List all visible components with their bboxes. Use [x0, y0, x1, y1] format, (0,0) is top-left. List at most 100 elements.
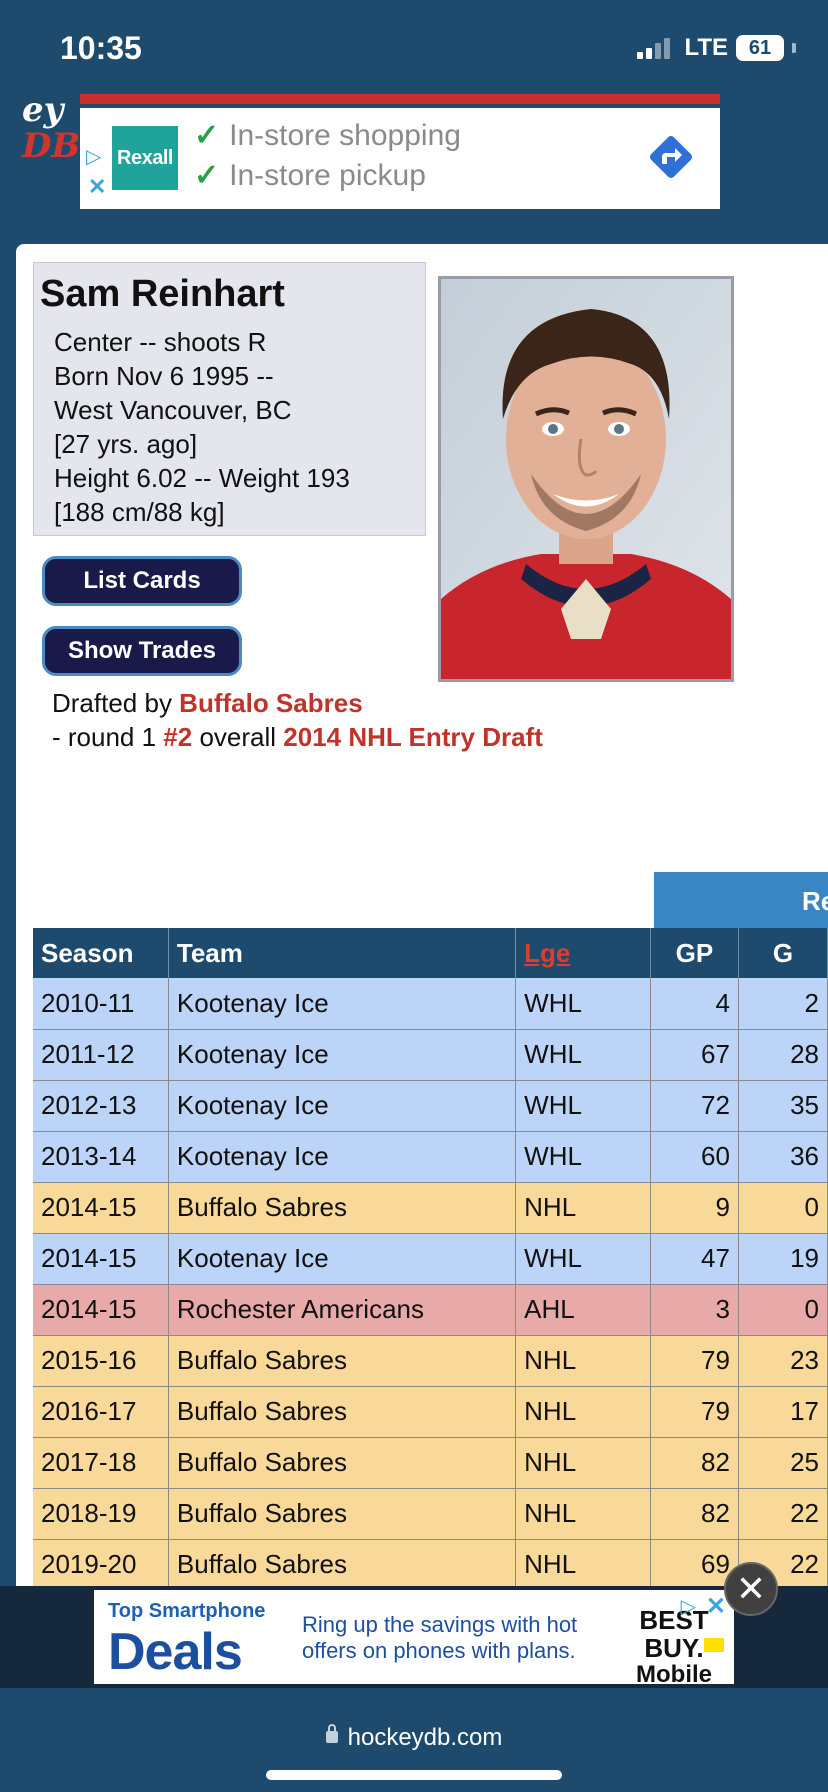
- table-row: 2014-15 Kootenay Ice WHL 47 19: [33, 1233, 828, 1285]
- ad-deals-text: Ring up the savings with hot offers on p…: [302, 1612, 577, 1664]
- cell-team: Kootenay Ice: [168, 1233, 517, 1285]
- stats-body: 2010-11 Kootenay Ice WHL 4 2 2011-12 Kootenay …: [33, 978, 828, 1586]
- list-cards-button[interactable]: List Cards: [42, 556, 242, 606]
- cell-gp: 79: [650, 1335, 739, 1387]
- cell-team: Kootenay Ice: [168, 978, 517, 1030]
- cell-season: 2010-11: [33, 978, 169, 1030]
- cell-gp: 60: [650, 1131, 739, 1183]
- table-row: 2016-17 Buffalo Sabres NHL 79 17: [33, 1386, 828, 1438]
- table-row: 2011-12 Kootenay Ice WHL 67 28: [33, 1029, 828, 1081]
- cell-team: Buffalo Sabres: [168, 1386, 517, 1438]
- browser-address-bar[interactable]: hockeydb.com: [0, 1688, 828, 1792]
- cell-league: NHL: [515, 1539, 651, 1586]
- ad-line-text: In-store pickup: [229, 158, 426, 192]
- cell-league: NHL: [515, 1182, 651, 1234]
- cell-team: Kootenay Ice: [168, 1131, 517, 1183]
- battery-cap: [792, 43, 796, 53]
- cell-league: WHL: [515, 1080, 651, 1132]
- cell-g: 0: [738, 1182, 828, 1234]
- draft-mid: overall: [192, 722, 284, 752]
- col-season: Season: [33, 928, 169, 978]
- table-row: 2019-20 Buffalo Sabres NHL 69 22: [33, 1539, 828, 1586]
- bio-age: [27 yrs. ago]: [54, 429, 198, 459]
- stats-table: Season Team Lge GP G 2010-11 Kootenay Ice…: [33, 928, 828, 1586]
- cell-league: WHL: [515, 1131, 651, 1183]
- table-row: 2018-19 Buffalo Sabres NHL 82 22: [33, 1488, 828, 1540]
- cell-g: 2: [738, 978, 828, 1030]
- bottom-banner-ad[interactable]: Top Smartphone Deals Ring up the savings…: [94, 1590, 734, 1688]
- cell-season: 2011-12: [33, 1029, 169, 1081]
- bio-metric: [188 cm/88 kg]: [54, 497, 225, 527]
- ad-deals-text-2: offers on phones with plans.: [302, 1638, 576, 1663]
- url-display[interactable]: hockeydb.com: [0, 1723, 828, 1752]
- ad-deals-text-1: Ring up the savings with hot: [302, 1612, 578, 1637]
- ad-top-body[interactable]: ▷ ✕ Rexall ✓ In-store shopping ✓ In-stor…: [80, 108, 720, 209]
- stats-header-row: Season Team Lge GP G: [33, 928, 828, 978]
- adchoices-icon[interactable]: ▷: [86, 144, 101, 169]
- table-row: 2015-16 Buffalo Sabres NHL 79 23: [33, 1335, 828, 1387]
- col-league-link[interactable]: Lge: [515, 928, 651, 978]
- rexall-logo: Rexall: [112, 126, 178, 190]
- draft-prefix: Drafted by: [52, 688, 180, 718]
- table-row: 2017-18 Buffalo Sabres NHL 82 25: [33, 1437, 828, 1489]
- cell-season: 2017-18: [33, 1437, 169, 1489]
- url-text: hockeydb.com: [347, 1724, 503, 1751]
- directions-icon[interactable]: [644, 130, 698, 184]
- cell-g: 23: [738, 1335, 828, 1387]
- table-row: 2014-15 Buffalo Sabres NHL 9 0: [33, 1182, 828, 1234]
- cell-season: 2016-17: [33, 1386, 169, 1438]
- cell-league: NHL: [515, 1488, 651, 1540]
- cell-g: 28: [738, 1029, 828, 1081]
- draft-round: - round 1: [52, 722, 164, 752]
- status-indicators: LTE 61: [637, 34, 796, 62]
- cell-league: WHL: [515, 978, 651, 1030]
- draft-pick: #2: [163, 722, 193, 752]
- show-trades-button[interactable]: Show Trades: [42, 626, 242, 676]
- draft-line-1: Drafted by Buffalo Sabres: [52, 686, 543, 720]
- cell-league: NHL: [515, 1335, 651, 1387]
- hockeydb-logo[interactable]: ey DB: [22, 92, 80, 218]
- cell-g: 19: [738, 1233, 828, 1285]
- cell-team: Kootenay Ice: [168, 1080, 517, 1132]
- ad-close-icon[interactable]: ✕: [706, 1592, 726, 1621]
- cell-season: 2018-19: [33, 1488, 169, 1540]
- logo-mobile: Mobile: [636, 1661, 712, 1688]
- bottom-ad-container: Top Smartphone Deals Ring up the savings…: [0, 1586, 828, 1688]
- close-overlay-button[interactable]: ✕: [724, 1562, 778, 1616]
- ad-line-pickup: ✓ In-store pickup: [194, 158, 426, 193]
- home-indicator[interactable]: [266, 1770, 562, 1780]
- ad-close-icon[interactable]: ✕: [88, 174, 106, 200]
- cell-season: 2013-14: [33, 1131, 169, 1183]
- logo-top-text: ey: [22, 90, 64, 130]
- network-type: LTE: [684, 34, 728, 61]
- cell-season: 2014-15: [33, 1233, 169, 1285]
- cell-team: Buffalo Sabres: [168, 1182, 517, 1234]
- draft-name-link[interactable]: 2014 NHL Entry Draft: [283, 722, 543, 752]
- best-buy-tag-icon: [704, 1638, 724, 1652]
- regular-season-header: Re: [654, 872, 828, 928]
- cell-gp: 3: [650, 1284, 739, 1336]
- cell-g: 0: [738, 1284, 828, 1336]
- cell-team: Buffalo Sabres: [168, 1539, 517, 1586]
- cell-gp: 47: [650, 1233, 739, 1285]
- adchoices-icon[interactable]: ▷: [681, 1594, 696, 1619]
- cell-team: Buffalo Sabres: [168, 1335, 517, 1387]
- player-bio-box: Sam Reinhart Center -- shoots R Born Nov…: [33, 262, 426, 536]
- draft-info: Drafted by Buffalo Sabres - round 1 #2 o…: [52, 686, 543, 754]
- player-name: Sam Reinhart: [40, 273, 285, 315]
- cell-g: 35: [738, 1080, 828, 1132]
- cell-team: Kootenay Ice: [168, 1029, 517, 1081]
- draft-team-link[interactable]: Buffalo Sabres: [179, 688, 363, 718]
- cell-gp: 82: [650, 1488, 739, 1540]
- cell-gp: 79: [650, 1386, 739, 1438]
- table-row: 2013-14 Kootenay Ice WHL 60 36: [33, 1131, 828, 1183]
- cell-league: AHL: [515, 1284, 651, 1336]
- cell-team: Rochester Americans: [168, 1284, 517, 1336]
- status-time: 10:35: [60, 30, 142, 66]
- battery-icon: 61: [736, 35, 784, 61]
- player-photo: [438, 276, 734, 682]
- ad-line-shopping: ✓ In-store shopping: [194, 118, 461, 153]
- cell-league: WHL: [515, 1029, 651, 1081]
- check-icon: ✓: [194, 159, 220, 192]
- top-banner-ad[interactable]: ▷ ✕ Rexall ✓ In-store shopping ✓ In-stor…: [80, 94, 720, 209]
